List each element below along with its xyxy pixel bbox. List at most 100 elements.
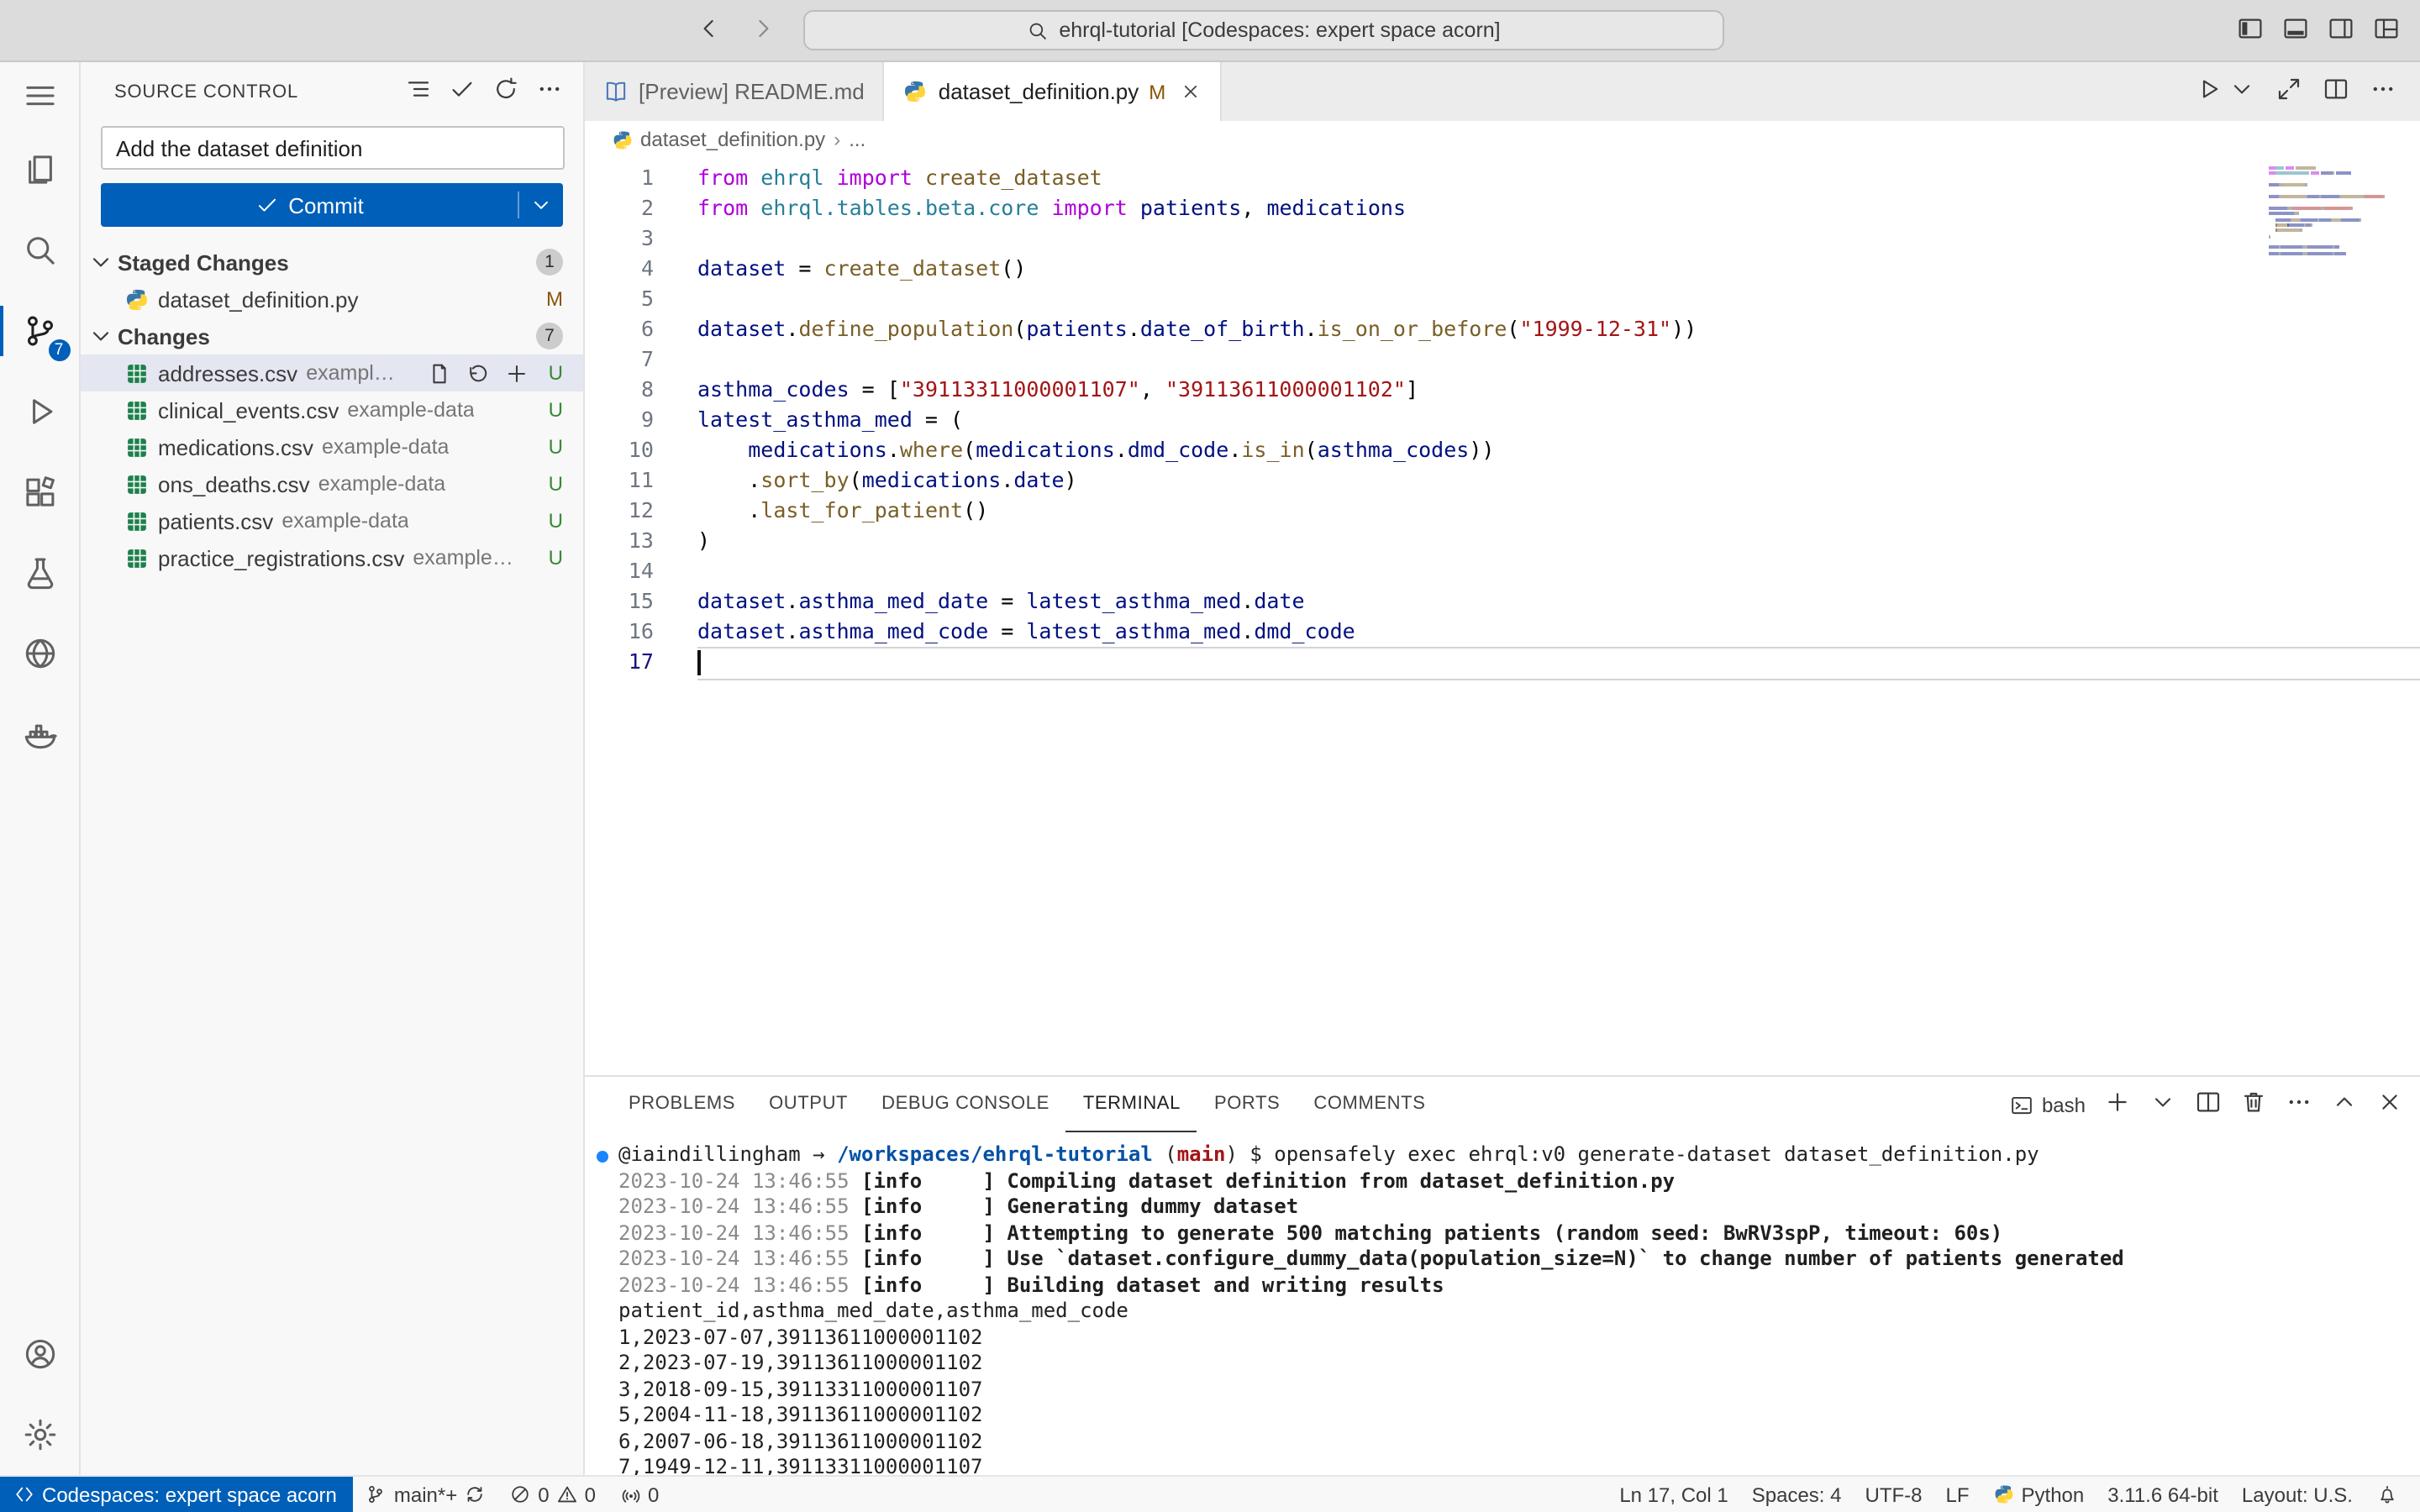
- code-line[interactable]: 9 latest_asthma_med = (: [585, 405, 2420, 435]
- commit-dropdown-button[interactable]: [519, 183, 563, 227]
- python-file-icon: [612, 129, 634, 150]
- code-line[interactable]: 12 .last_for_patient(): [585, 496, 2420, 526]
- panel-tab-debug-console[interactable]: DEBUG CONSOLE: [865, 1077, 1066, 1132]
- run-dropdown-button[interactable]: [2228, 76, 2255, 108]
- scm-section-changes[interactable]: Changes 7: [81, 318, 583, 354]
- code-line[interactable]: 3: [585, 223, 2420, 254]
- remote-indicator[interactable]: Codespaces: expert space acorn: [0, 1477, 354, 1512]
- panel-tab-output[interactable]: OUTPUT: [752, 1077, 865, 1132]
- scm-more-actions-button[interactable]: [536, 76, 563, 108]
- problems-status[interactable]: 00: [497, 1477, 608, 1512]
- terminal-dropdown-button[interactable]: [2149, 1089, 2176, 1121]
- commit-button-main[interactable]: Commit: [101, 183, 518, 227]
- scm-file-addresses-csv[interactable]: addresses.csv example-data U: [81, 354, 583, 391]
- cursor-position[interactable]: Ln 17, Col 1: [1607, 1477, 1739, 1512]
- shell-selector[interactable]: bash: [2010, 1093, 2086, 1116]
- code-line[interactable]: 11 .sort_by(medications.date): [585, 465, 2420, 496]
- line-number: 15: [628, 588, 654, 613]
- activity-search[interactable]: [0, 210, 80, 291]
- panel-tab-comments[interactable]: COMMENTS: [1297, 1077, 1442, 1132]
- view-as-list-button[interactable]: [405, 76, 432, 108]
- activity-settings[interactable]: [0, 1394, 80, 1475]
- code-line[interactable]: 8 asthma_codes = ["39113311000001107", "3…: [585, 375, 2420, 405]
- toggle-secondary-sidebar-button[interactable]: [2328, 14, 2354, 46]
- code-line[interactable]: 10 medications.where(medications.dmd_cod…: [585, 435, 2420, 465]
- panel-tab-problems[interactable]: PROBLEMS: [612, 1077, 752, 1132]
- code-text: dataset = create_dataset(): [697, 255, 1027, 281]
- toggle-primary-sidebar-button[interactable]: [2237, 14, 2264, 46]
- close-panel-button[interactable]: [2376, 1089, 2403, 1121]
- split-terminal-button[interactable]: [2195, 1089, 2222, 1121]
- refresh-button[interactable]: [492, 76, 519, 108]
- panel-tab-ports[interactable]: PORTS: [1197, 1077, 1297, 1132]
- command-center[interactable]: ehrql-tutorial [Codespaces: expert space…: [803, 10, 1724, 50]
- language-mode[interactable]: Python: [1981, 1477, 2096, 1512]
- scm-file-practice-registrations-csv[interactable]: practice_registrations.csv example-... U: [81, 539, 583, 576]
- toggle-panel-button[interactable]: [2282, 14, 2309, 46]
- file-name: patients.csv: [158, 508, 274, 533]
- run-python-file-button[interactable]: [2195, 76, 2222, 108]
- activity-extensions[interactable]: [0, 452, 80, 533]
- activity-explorer[interactable]: [0, 129, 80, 210]
- activity-run-and-debug[interactable]: [0, 371, 80, 452]
- breadcrumb-item[interactable]: ...: [849, 128, 865, 151]
- breadcrumb-item[interactable]: dataset_definition.py: [612, 128, 825, 151]
- keyboard-layout[interactable]: Layout: U.S.: [2230, 1477, 2365, 1512]
- customize-layout-button[interactable]: [2373, 14, 2400, 46]
- activity-docker[interactable]: [0, 694, 80, 774]
- activity-testing[interactable]: [0, 533, 80, 613]
- stage-changes-button[interactable]: [505, 360, 530, 386]
- back-button[interactable]: [696, 14, 723, 46]
- forward-button[interactable]: [750, 14, 776, 46]
- maximize-panel-button[interactable]: [2331, 1089, 2358, 1121]
- tab-dataset-definition-py[interactable]: dataset_definition.py M: [884, 62, 1222, 121]
- breadcrumb-label: ...: [849, 128, 866, 151]
- scm-file-dataset-definition-py[interactable]: dataset_definition.py M: [81, 281, 583, 318]
- encoding[interactable]: UTF-8: [1854, 1477, 1934, 1512]
- notifications-bell[interactable]: [2365, 1477, 2410, 1512]
- code-line[interactable]: 7: [585, 344, 2420, 375]
- editor-more-actions-button[interactable]: [2370, 76, 2396, 108]
- panel-tab-terminal[interactable]: TERMINAL: [1065, 1077, 1197, 1132]
- python-interpreter[interactable]: 3.11.6 64-bit: [2096, 1477, 2230, 1512]
- code-line[interactable]: 2 from ehrql.tables.beta.core import pati…: [585, 193, 2420, 223]
- code-line[interactable]: 14: [585, 556, 2420, 586]
- code-line[interactable]: 16 dataset.asthma_med_code = latest_asthm…: [585, 617, 2420, 647]
- code-editor[interactable]: 1 from ehrql import create_dataset 2 from e…: [585, 158, 2420, 1075]
- tab-close-button[interactable]: [1179, 81, 1201, 102]
- terminal-more-actions-button[interactable]: [2286, 1089, 2312, 1121]
- open-changes-button[interactable]: [2275, 76, 2302, 108]
- indentation[interactable]: Spaces: 4: [1740, 1477, 1854, 1512]
- discard-changes-button[interactable]: [466, 360, 492, 386]
- minimap[interactable]: [2269, 158, 2400, 263]
- tab-preview-readme-md[interactable]: [Preview] README.md: [585, 62, 885, 121]
- open-file-button[interactable]: [428, 360, 453, 386]
- activity-browser-preview[interactable]: [0, 613, 80, 694]
- scm-file-patients-csv[interactable]: patients.csv example-data U: [81, 502, 583, 539]
- forwarded-ports[interactable]: 0: [608, 1477, 671, 1512]
- code-line[interactable]: 1 from ehrql import create_dataset: [585, 163, 2420, 193]
- activity-accounts[interactable]: [0, 1314, 80, 1394]
- scm-file-medications-csv[interactable]: medications.csv example-data U: [81, 428, 583, 465]
- code-line[interactable]: 13): [585, 526, 2420, 556]
- commit-action-button[interactable]: [449, 76, 476, 108]
- kill-terminal-button[interactable]: [2240, 1089, 2267, 1121]
- csv-file-icon: [124, 434, 150, 459]
- activity-source-control[interactable]: 7: [0, 291, 80, 371]
- terminal-output[interactable]: @iaindillingham → /workspaces/ehrql-tuto…: [585, 1132, 2420, 1475]
- commit-message-input[interactable]: [101, 126, 565, 170]
- git-branch-status[interactable]: main*+: [354, 1477, 497, 1512]
- scm-section-staged-changes[interactable]: Staged Changes 1: [81, 244, 583, 281]
- code-line[interactable]: 4 dataset = create_dataset(): [585, 254, 2420, 284]
- new-terminal-button[interactable]: [2104, 1089, 2131, 1121]
- code-line[interactable]: 17: [585, 647, 2420, 680]
- code-line[interactable]: 6 dataset.define_population(patients.date…: [585, 314, 2420, 344]
- code-line[interactable]: 5: [585, 284, 2420, 314]
- split-editor-button[interactable]: [2323, 76, 2349, 108]
- scm-file-ons-deaths-csv[interactable]: ons_deaths.csv example-data U: [81, 465, 583, 502]
- code-line[interactable]: 15 dataset.asthma_med_date = latest_asthm…: [585, 586, 2420, 617]
- eol-indicator[interactable]: LF: [1934, 1477, 1981, 1512]
- scm-file-clinical-events-csv[interactable]: clinical_events.csv example-data U: [81, 391, 583, 428]
- activity-menu[interactable]: [0, 62, 80, 129]
- commit-button[interactable]: Commit: [101, 183, 563, 227]
